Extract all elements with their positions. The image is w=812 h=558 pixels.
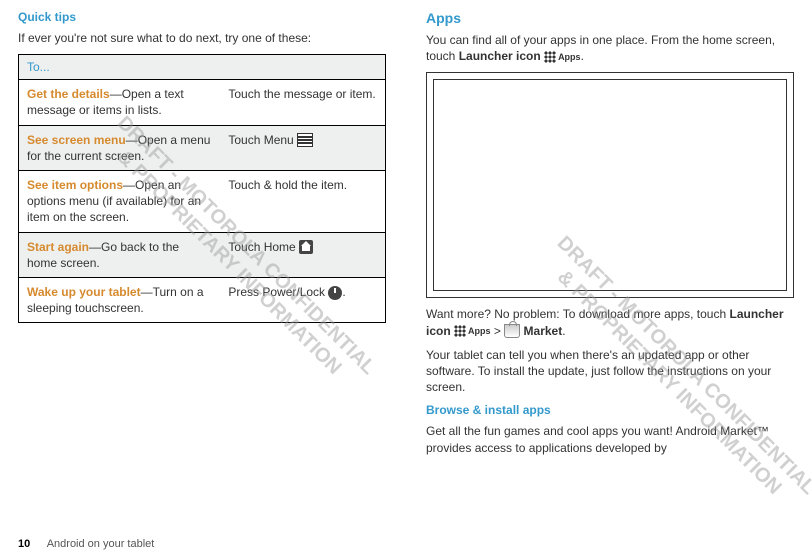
right-column: Apps You can find all of your apps in on…: [426, 10, 794, 558]
home-icon: [299, 240, 313, 254]
tip-term: Start again: [27, 240, 89, 254]
footer-title: Android on your tablet: [47, 538, 155, 550]
table-header-row: To...: [19, 55, 386, 80]
launcher-icon: [454, 325, 466, 337]
apps-badge: Apps: [556, 51, 581, 63]
update-text: Your tablet can tell you when there's an…: [426, 347, 794, 396]
apps-intro: You can find all of your apps in one pla…: [426, 32, 794, 64]
left-column: Quick tips If ever you're not sure what …: [18, 10, 386, 558]
browse-heading: Browse & install apps: [426, 403, 794, 417]
menu-icon: [297, 133, 313, 147]
apps-heading: Apps: [426, 10, 794, 26]
want-more-text: Want more? No problem: To download more …: [426, 306, 794, 338]
table-header: To...: [19, 55, 386, 80]
tip-action-prefix: Touch Menu: [228, 133, 297, 147]
table-row: See screen menu—Open a menu for the curr…: [19, 125, 386, 170]
tip-action: Touch the message or item.: [220, 80, 385, 125]
tip-term: See item options: [27, 178, 123, 192]
apps-badge: Apps: [466, 325, 491, 337]
tip-term: Wake up your tablet: [27, 285, 141, 299]
table-row: Wake up your tablet—Turn on a sleeping t…: [19, 277, 386, 322]
tips-table: To... Get the details—Open a text messag…: [18, 54, 386, 323]
table-row: Get the details—Open a text message or i…: [19, 80, 386, 125]
page-number: 10: [18, 538, 30, 550]
launcher-icon-label: Launcher icon: [459, 49, 541, 63]
quick-tips-intro: If ever you're not sure what to do next,…: [18, 30, 386, 46]
launcher-icon: [544, 51, 556, 63]
page-footer: 10 Android on your tablet: [18, 538, 154, 550]
wantmore-prefix: Want more? No problem: To download more …: [426, 307, 730, 321]
document-page: Quick tips If ever you're not sure what …: [0, 0, 812, 558]
table-row: See item options—Open an options menu (i…: [19, 170, 386, 232]
screenshot-placeholder: [433, 79, 787, 291]
screenshot-frame: [426, 72, 794, 298]
browse-text: Get all the fun games and cool apps you …: [426, 423, 794, 455]
wantmore-end: .: [562, 324, 565, 338]
market-label: Market: [524, 324, 563, 338]
table-row: Start again—Go back to the home screen. …: [19, 232, 386, 277]
tip-action: Touch & hold the item.: [220, 170, 385, 232]
tip-action-suffix: .: [342, 285, 345, 299]
tip-term: See screen menu: [27, 133, 126, 147]
power-icon: [328, 286, 342, 300]
wantmore-gt: >: [491, 324, 505, 338]
intro-end: .: [581, 49, 584, 63]
quick-tips-heading: Quick tips: [18, 10, 386, 24]
tip-action-prefix: Press Power/Lock: [228, 285, 328, 299]
tip-term: Get the details: [27, 87, 110, 101]
market-icon: [504, 324, 520, 338]
tip-action-prefix: Touch Home: [228, 240, 299, 254]
